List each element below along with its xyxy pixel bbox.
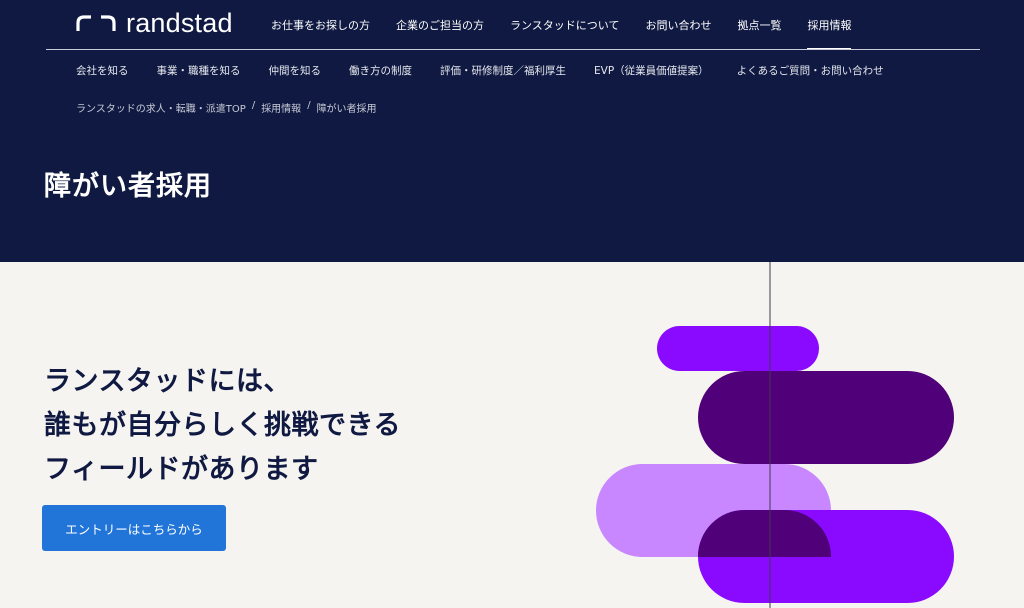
logo-wordmark: randstad bbox=[126, 8, 233, 38]
sub-nav-item-evaluation[interactable]: 評価・研修制度／福利厚生 bbox=[426, 50, 580, 90]
main-nav-item-companies[interactable]: 企業のご担当の方 bbox=[383, 0, 497, 50]
main-nav-item-contact[interactable]: お問い合わせ bbox=[632, 0, 724, 50]
sub-nav-item-company[interactable]: 会社を知る bbox=[62, 50, 143, 90]
sub-nav-item-evp[interactable]: EVP（従業員価値提案） bbox=[580, 50, 723, 90]
hero-heading-line: フィールドがあります bbox=[44, 454, 319, 485]
breadcrumb-item-current: 障がい者採用 bbox=[316, 104, 377, 115]
sub-nav: 会社を知る 事業・職種を知る 仲間を知る 働き方の制度 評価・研修制度／福利厚生… bbox=[62, 50, 898, 90]
hero-heading: ランスタッドには、 誰もが自分らしく挑戦できる フィールドがあります bbox=[44, 360, 401, 492]
breadcrumb: ランスタッドの求人・転職・派遣TOP / 採用情報 / 障がい者採用 bbox=[76, 100, 377, 115]
hero-heading-line: 誰もが自分らしく挑戦できる bbox=[44, 410, 401, 441]
breadcrumb-item-careers[interactable]: 採用情報 bbox=[261, 100, 301, 115]
hero-decorative-shapes bbox=[596, 262, 954, 608]
sub-nav-item-colleagues[interactable]: 仲間を知る bbox=[255, 50, 336, 90]
randstad-logo-icon bbox=[76, 15, 116, 31]
sub-nav-item-faq[interactable]: よくあるご質問・お問い合わせ bbox=[723, 50, 898, 90]
randstad-logo[interactable]: randstad bbox=[76, 8, 233, 38]
sub-nav-item-work-style[interactable]: 働き方の制度 bbox=[335, 50, 426, 90]
main-nav-item-job-seekers[interactable]: お仕事をお探しの方 bbox=[258, 0, 383, 50]
main-nav-item-about[interactable]: ランスタッドについて bbox=[497, 0, 632, 50]
main-nav-item-locations[interactable]: 拠点一覧 bbox=[724, 0, 794, 50]
shape-dark-purple-pill bbox=[698, 371, 954, 464]
page-title: 障がい者採用 bbox=[44, 171, 212, 202]
entry-button[interactable]: エントリーはこちらから bbox=[42, 505, 226, 551]
breadcrumb-item-top[interactable]: ランスタッドの求人・転職・派遣TOP bbox=[76, 100, 246, 115]
shape-violet-small-pill bbox=[657, 326, 819, 371]
breadcrumb-separator: / bbox=[307, 100, 311, 111]
hero-heading-line: ランスタッドには、 bbox=[44, 366, 291, 397]
main-nav-item-careers[interactable]: 採用情報 bbox=[794, 0, 864, 50]
sub-nav-item-business[interactable]: 事業・職種を知る bbox=[143, 50, 255, 90]
site-header: randstad お仕事をお探しの方 企業のご担当の方 ランスタッドについて お… bbox=[0, 0, 1024, 262]
breadcrumb-separator: / bbox=[251, 100, 256, 111]
main-nav: お仕事をお探しの方 企業のご担当の方 ランスタッドについて お問い合わせ 拠点一… bbox=[258, 0, 864, 50]
